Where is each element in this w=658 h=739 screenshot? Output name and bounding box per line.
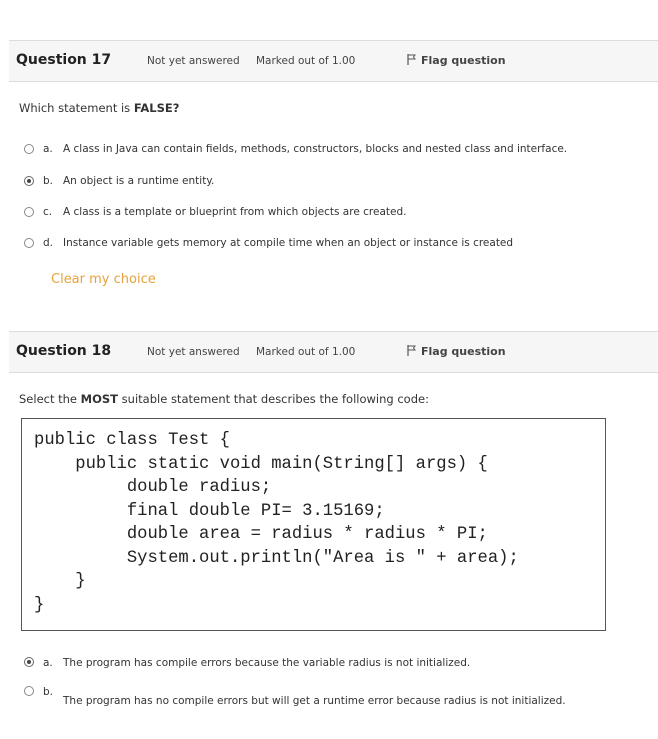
option-letter: d.	[43, 237, 54, 249]
flag-icon	[407, 54, 416, 65]
question-17-text: Which statement is FALSE?	[19, 101, 179, 115]
question-17-radio-d[interactable]	[24, 238, 34, 248]
option-letter: b.	[43, 686, 54, 698]
option-text: The program has no compile errors but wi…	[63, 695, 566, 707]
option-text: The program has compile errors because t…	[63, 657, 471, 669]
question-17-flag-button[interactable]: Flag question	[407, 54, 506, 67]
question-18-text-suffix: suitable statement that describes the fo…	[118, 392, 429, 406]
question-18-text: Select the MOST suitable statement that …	[19, 392, 429, 406]
question-18-title: Question 18	[16, 343, 112, 359]
flag-icon	[407, 345, 416, 356]
question-18-state: Not yet answered	[147, 346, 240, 358]
question-17-grade: Marked out of 1.00	[256, 55, 356, 67]
option-letter: a.	[43, 143, 53, 155]
question-17-state: Not yet answered	[147, 55, 240, 67]
code-snippet: public class Test { public static void m…	[34, 431, 519, 615]
option-text: A class is a template or blueprint from …	[63, 206, 407, 218]
question-17-header: Question 17 Not yet answered Marked out …	[9, 40, 658, 82]
question-17-radio-c[interactable]	[24, 207, 34, 217]
question-17-flag-label: Flag question	[421, 54, 506, 67]
question-17-radio-b[interactable]	[24, 176, 34, 186]
option-letter: c.	[43, 206, 53, 218]
option-text: An object is a runtime entity.	[63, 175, 215, 187]
question-18-radio-b[interactable]	[24, 686, 34, 696]
question-18-text-bold: MOST	[80, 392, 119, 406]
option-letter: a.	[43, 657, 53, 669]
clear-my-choice-link[interactable]: Clear my choice	[51, 272, 156, 287]
question-17-title: Question 17	[16, 52, 112, 68]
option-text: Instance variable gets memory at compile…	[63, 237, 514, 249]
question-17-text-bold: FALSE?	[133, 101, 180, 115]
option-text: A class in Java can contain fields, meth…	[63, 143, 568, 155]
question-17-text-prefix: Which statement is	[19, 101, 134, 115]
question-18-header: Question 18 Not yet answered Marked out …	[9, 331, 658, 373]
question-18-grade: Marked out of 1.00	[256, 346, 356, 358]
code-image: public class Test { public static void m…	[21, 418, 606, 631]
question-17-radio-a[interactable]	[24, 144, 34, 154]
question-18-radio-a[interactable]	[24, 657, 34, 667]
question-18-text-prefix: Select the	[19, 392, 81, 406]
option-letter: b.	[43, 175, 54, 187]
question-18-flag-button[interactable]: Flag question	[407, 345, 506, 358]
question-18-flag-label: Flag question	[421, 345, 506, 358]
